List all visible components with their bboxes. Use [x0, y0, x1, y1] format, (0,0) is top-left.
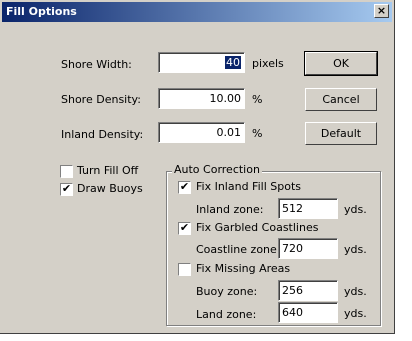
buoy-zone-label: Buoy zone: [196, 285, 258, 298]
fix-garbled-label: Fix Garbled Coastlines [196, 221, 319, 234]
fix-missing-checkbox[interactable] [178, 263, 191, 276]
fix-inland-checkbox[interactable]: ✔ [178, 181, 191, 194]
inland-density-input[interactable]: 0.01 [158, 122, 245, 143]
coastline-zone-input[interactable]: 720 [278, 238, 338, 259]
coastline-zone-label: Coastline zone: [196, 243, 281, 256]
window-title: Fill Options [6, 5, 77, 18]
inland-zone-input[interactable]: 512 [278, 198, 338, 219]
shore-width-value: 40 [225, 56, 241, 69]
coastline-zone-unit: yds. [344, 243, 367, 256]
buoy-zone-input[interactable]: 256 [278, 280, 338, 301]
draw-buoys-checkbox[interactable]: ✔ [60, 183, 73, 196]
title-bar: Fill Options × [2, 2, 392, 22]
fix-inland-label: Fix Inland Fill Spots [196, 180, 301, 193]
inland-density-label: Inland Density: [61, 128, 144, 141]
shore-width-label: Shore Width: [61, 58, 132, 71]
draw-buoys-label: Draw Buoys [77, 182, 143, 195]
land-zone-input[interactable]: 640 [278, 302, 338, 323]
cancel-button[interactable]: Cancel [305, 88, 377, 111]
inland-density-unit: % [252, 127, 263, 140]
close-button[interactable]: × [374, 4, 389, 18]
check-icon: ✔ [61, 182, 72, 195]
check-icon: ✔ [179, 221, 190, 234]
land-zone-label: Land zone: [196, 308, 257, 321]
fix-missing-label: Fix Missing Areas [196, 262, 291, 275]
inland-zone-label: Inland zone: [196, 203, 264, 216]
ok-button[interactable]: OK [304, 51, 378, 76]
shore-density-unit: % [252, 93, 263, 106]
inland-zone-unit: yds. [344, 203, 367, 216]
shore-width-unit: pixels [252, 57, 284, 70]
fix-garbled-checkbox[interactable]: ✔ [178, 222, 191, 235]
shore-width-input[interactable]: 40 [158, 52, 245, 73]
turn-fill-off-checkbox[interactable] [60, 165, 73, 178]
land-zone-unit: yds. [344, 307, 367, 320]
auto-correction-label: Auto Correction [172, 163, 262, 176]
turn-fill-off-label: Turn Fill Off [77, 164, 139, 177]
buoy-zone-unit: yds. [344, 285, 367, 298]
default-button[interactable]: Default [305, 122, 377, 145]
shore-density-input[interactable]: 10.00 [158, 88, 245, 109]
check-icon: ✔ [179, 180, 190, 193]
fill-options-dialog: Fill Options × Shore Width: 40 pixels Sh… [0, 0, 395, 334]
shore-density-label: Shore Density: [61, 93, 141, 106]
